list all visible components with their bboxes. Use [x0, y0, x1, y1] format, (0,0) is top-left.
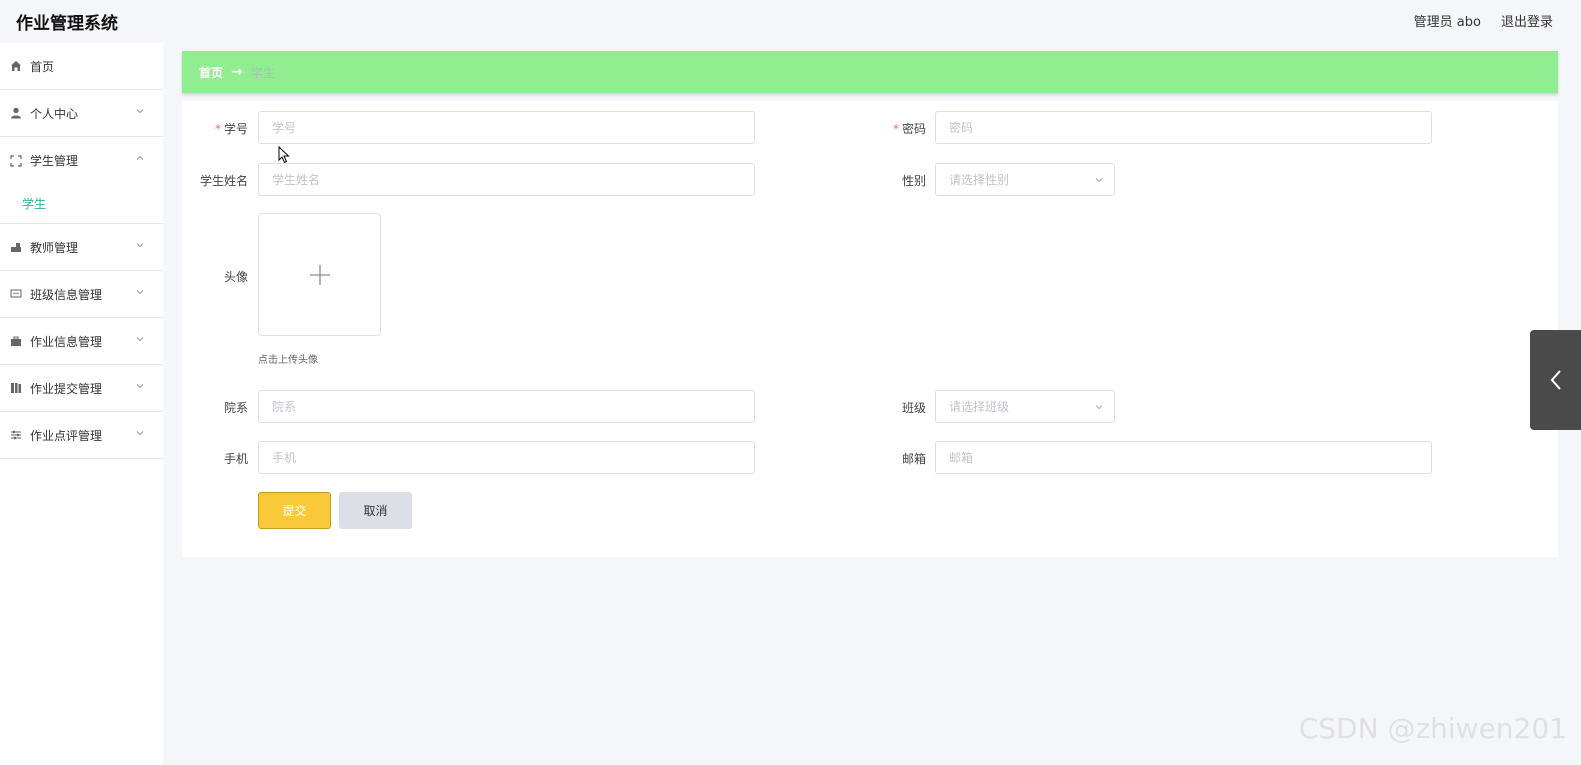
sidebar-item-class-info-management[interactable]: 班级信息管理	[0, 271, 163, 318]
sidebar-item-home[interactable]: 首页	[0, 43, 163, 90]
breadcrumb-separator: →	[231, 64, 243, 80]
chevron-down-icon	[136, 431, 144, 436]
avatar-label: 头像	[223, 270, 248, 284]
sidebar-item-label: 作业提交管理	[30, 381, 103, 396]
chevron-down-icon	[136, 290, 144, 295]
scan-icon	[9, 154, 23, 168]
sidebar-item-student-management[interactable]: 学生管理	[0, 137, 163, 184]
app-title: 作业管理系统	[16, 14, 118, 34]
chevron-down-icon	[1095, 178, 1103, 183]
password-label: * 密码	[892, 122, 926, 136]
gender-select[interactable]: 请选择性别	[935, 163, 1115, 196]
required-mark: *	[892, 122, 899, 136]
gender-select-placeholder: 请选择性别	[949, 173, 1010, 187]
header-actions: 管理员 abo 退出登录	[1414, 11, 1553, 30]
books-icon	[9, 381, 23, 395]
sidebar-subitem-student[interactable]: 学生	[0, 184, 163, 224]
chevron-down-icon	[1095, 405, 1103, 410]
sidebar-item-label: 首页	[30, 59, 55, 74]
top-bar: 作业管理系统 管理员 abo 退出登录	[0, 0, 1581, 40]
sidebar-item-label: 教师管理	[30, 240, 79, 255]
student-form: *学号 *密码 学生姓名 性别 请选择性别 头像 点击上传头像 院系 班级 请选…	[182, 101, 1558, 557]
student-no-label: * 学号	[214, 122, 248, 136]
chevron-down-icon	[136, 384, 144, 389]
chevron-up-icon	[136, 155, 144, 160]
phone-label: 手机	[223, 452, 248, 466]
student-name-label: 学生姓名	[199, 174, 248, 188]
home-icon	[9, 59, 23, 73]
avatar-upload-hint: 点击上传头像	[258, 355, 318, 366]
class-select-placeholder: 请选择班级	[949, 400, 1010, 414]
chevron-down-icon	[136, 337, 144, 342]
department-input[interactable]	[258, 390, 755, 423]
class-select[interactable]: 请选择班级	[935, 390, 1115, 423]
chevron-down-icon	[136, 109, 144, 114]
sidebar-item-personal-center[interactable]: 个人中心	[0, 90, 163, 137]
required-mark: *	[214, 122, 221, 136]
breadcrumb-current: 学生	[250, 65, 275, 80]
teacher-icon	[9, 240, 23, 254]
email-input[interactable]	[935, 441, 1432, 474]
sidebar-item-homework-info-management[interactable]: 作业信息管理	[0, 318, 163, 365]
briefcase-icon	[9, 334, 23, 348]
avatar-upload[interactable]	[258, 213, 381, 336]
sliders-icon	[9, 428, 23, 442]
sidebar: 首页 个人中心 学生管理 学生 教师管理 班级信息管理 作业信息管理 作业提交管…	[0, 43, 163, 765]
student-no-input[interactable]	[258, 111, 755, 144]
sidebar-item-homework-review-management[interactable]: 作业点评管理	[0, 412, 163, 459]
sidebar-item-label: 班级信息管理	[30, 287, 103, 302]
phone-input[interactable]	[258, 441, 755, 474]
student-name-input[interactable]	[258, 163, 755, 196]
chat-icon	[9, 287, 23, 301]
logout-link[interactable]: 退出登录	[1501, 11, 1553, 30]
gender-label: 性别	[901, 174, 926, 188]
sidebar-item-label: 作业点评管理	[30, 428, 103, 443]
watermark: CSDN @zhiwen201	[1298, 712, 1567, 745]
sidebar-item-teacher-management[interactable]: 教师管理	[0, 224, 163, 271]
sidebar-item-label: 学生管理	[30, 154, 79, 168]
cancel-button[interactable]: 取消	[339, 492, 412, 529]
chevron-left-icon	[1550, 370, 1561, 390]
submit-button[interactable]: 提交	[258, 492, 331, 529]
user-icon	[9, 106, 23, 120]
chevron-down-icon	[136, 243, 144, 248]
mouse-cursor-icon	[278, 146, 290, 164]
department-label: 院系	[223, 401, 248, 415]
plus-icon	[309, 264, 330, 285]
sidebar-item-homework-submit-management[interactable]: 作业提交管理	[0, 365, 163, 412]
current-user-label: 管理员 abo	[1413, 15, 1481, 30]
breadcrumb: 首页 → 学生	[182, 51, 1558, 93]
sidebar-item-label: 作业信息管理	[30, 334, 103, 349]
email-label: 邮箱	[901, 452, 926, 466]
password-input[interactable]	[935, 111, 1432, 144]
side-panel-toggle[interactable]	[1530, 330, 1581, 430]
class-label: 班级	[901, 401, 926, 415]
sidebar-item-label: 个人中心	[30, 106, 79, 121]
breadcrumb-home-link[interactable]: 首页	[199, 64, 223, 81]
